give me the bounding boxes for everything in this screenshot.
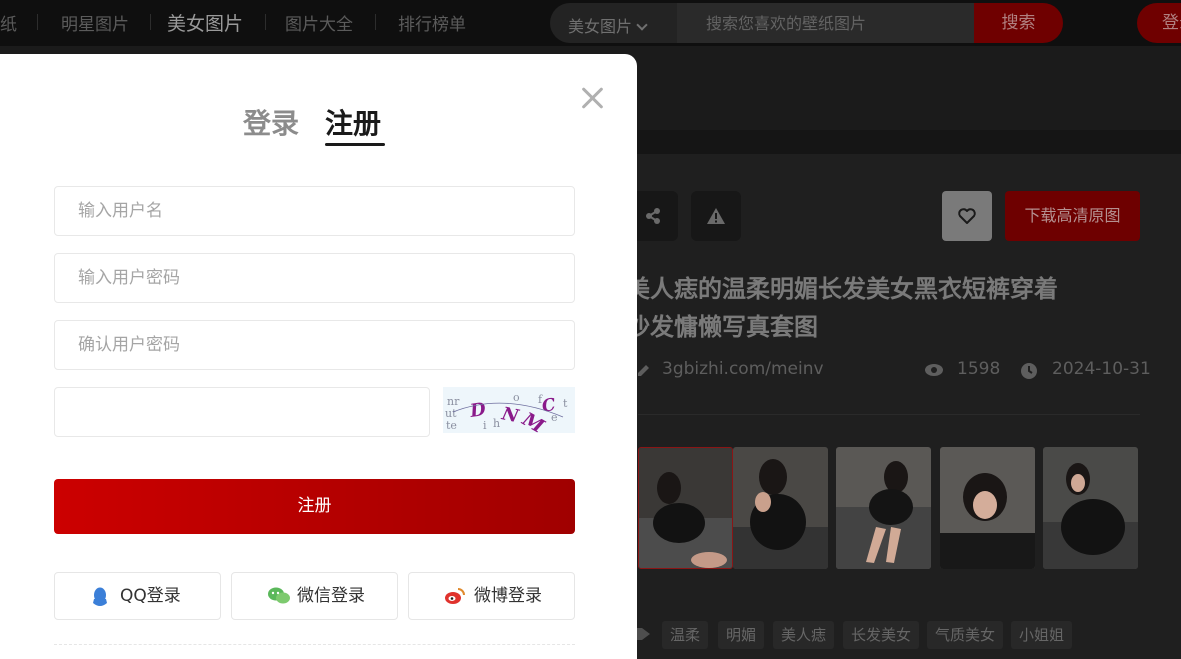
weibo-login-button[interactable]: 微博登录 [408,572,575,620]
register-submit-button[interactable]: 注册 [54,479,575,534]
nav-divider [265,14,266,30]
tag[interactable]: 明媚 [718,621,765,649]
tag-icon [636,628,650,640]
thumbnail[interactable] [733,447,828,569]
svg-text:D: D [468,399,488,422]
clock-icon [1021,363,1037,379]
tab-login[interactable]: 登录 [243,102,299,142]
svg-text:te: te [446,419,457,432]
svg-text:i: i [483,419,487,432]
share-icon [646,208,660,224]
tag[interactable]: 美人痣 [773,621,835,649]
source-link[interactable]: 3gbizhi.com/meinv [662,359,824,379]
picture-title-line: 私房沙发慵懒写真套图 [578,313,818,341]
qq-login-label: QQ登录 [120,586,181,606]
register-modal: 登录 注册 nrutte iho fet D N M C 注册 QQ登录 [0,54,637,659]
top-navbar: 纸 明星图片 美女图片 图片大全 排行榜单 美女图片 搜索 登录 [0,0,1181,46]
nav-item-beauty[interactable]: 美女图片 [167,9,243,36]
close-icon[interactable] [580,86,604,110]
captcha-graphic: nrutte i ho fet D N M C [443,387,575,433]
nav-item-wallpaper[interactable]: 纸 [0,10,17,35]
weibo-login-label: 微博登录 [474,586,542,606]
thumbnail[interactable] [1043,447,1138,569]
wechat-icon [268,587,290,604]
password-field[interactable] [54,253,575,303]
thumbnail[interactable] [940,447,1035,569]
search-input[interactable] [677,3,974,43]
wechat-login-button[interactable]: 微信登录 [231,572,398,620]
thumbnail[interactable] [836,447,931,569]
search-category-label: 美女图片 [568,17,633,36]
tag[interactable]: 气质美女 [927,621,1004,649]
search-button[interactable]: 搜索 [974,3,1063,43]
weibo-icon [445,588,465,604]
nav-item-all-pictures[interactable]: 图片大全 [285,10,353,35]
active-tab-indicator [325,143,385,146]
warning-icon [707,208,725,224]
report-button[interactable] [691,191,741,241]
svg-text:h: h [493,417,500,430]
divider [54,644,575,645]
eye-icon [925,364,943,376]
svg-text:t: t [563,397,568,410]
tag[interactable]: 温柔 [662,621,709,649]
heart-icon [958,208,976,224]
nav-divider [375,14,376,30]
picture-title-line: 根底美人痣的温柔明媚长发美女黑衣短裤穿着 [578,275,1058,303]
qq-icon [93,587,107,606]
search-category-select[interactable]: 美女图片 [550,3,677,43]
chevron-down-icon [636,19,648,31]
username-field[interactable] [54,186,575,236]
divider [638,414,1140,415]
favorite-button[interactable] [942,191,992,241]
nav-divider [150,14,151,30]
header-login-button[interactable]: 登录 [1137,3,1181,43]
qq-login-button[interactable]: QQ登录 [54,572,221,620]
nav-item-celebrity[interactable]: 明星图片 [61,10,129,35]
captcha-field[interactable] [54,387,430,437]
publish-date: 2024-10-31 [1052,359,1151,379]
picture-title: 根底美人痣的温柔明媚长发美女黑衣短裤穿着 私房沙发慵懒写真套图 [560,270,1150,346]
download-hd-button[interactable]: 下载高清原图 [1005,191,1140,241]
tag[interactable]: 小姐姐 [1011,621,1073,649]
confirm-password-field[interactable] [54,320,575,370]
thumbnail[interactable] [638,447,733,569]
view-count: 1598 [957,359,1001,379]
nav-divider [37,14,38,30]
tag[interactable]: 长发美女 [843,621,920,649]
nav-item-ranking[interactable]: 排行榜单 [398,10,466,35]
captcha-image[interactable]: nr ut te iho fet D N M C [443,387,575,433]
picture-detail-card: 下载高清原图 根底美人痣的温柔明媚长发美女黑衣短裤穿着 私房沙发慵懒写真套图 3… [560,154,1181,659]
tab-register[interactable]: 注册 [325,102,381,142]
edit-icon [638,365,649,376]
wechat-login-label: 微信登录 [297,586,365,606]
svg-text:o: o [513,391,520,404]
